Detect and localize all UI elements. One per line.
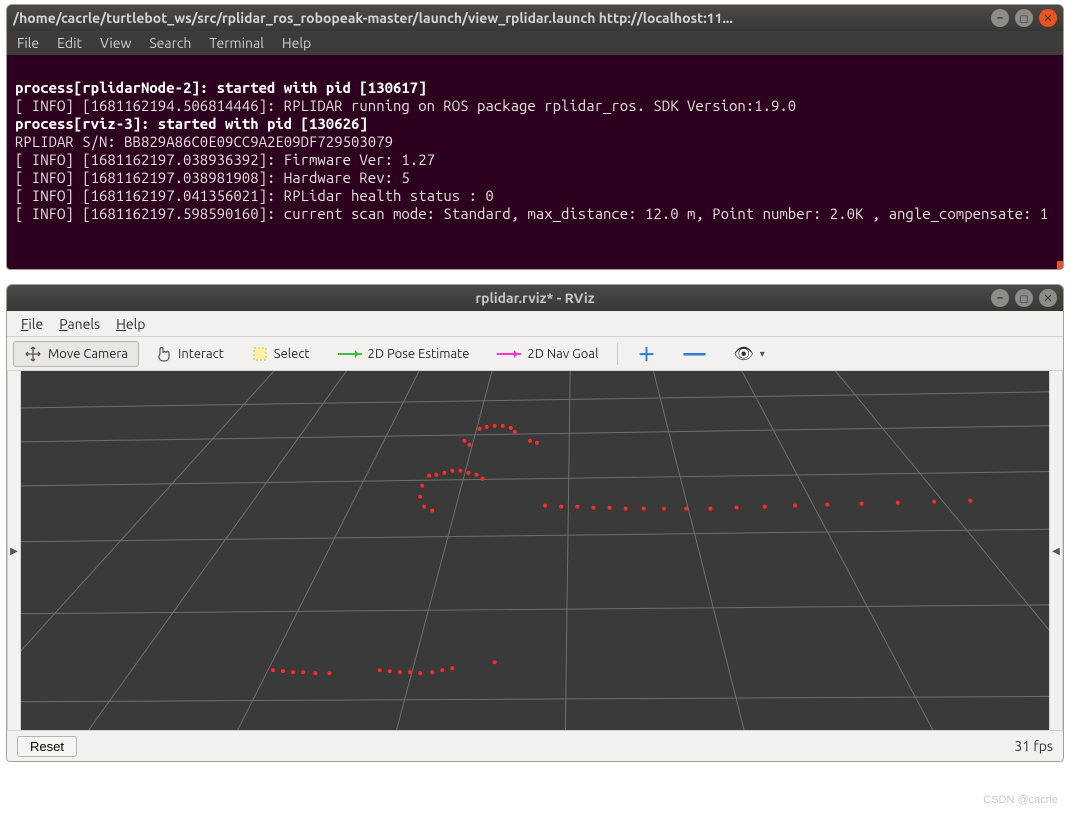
dropdown-caret-icon: ▾ <box>760 348 765 360</box>
terminal-output[interactable]: process[rplidarNode-2]: started with pid… <box>7 55 1063 269</box>
pose-estimate-icon <box>338 353 362 355</box>
terminal-titlebar[interactable]: /home/cacrle/turtlebot_ws/src/rplidar_ro… <box>7 5 1063 31</box>
menu-file[interactable]: File <box>21 316 43 332</box>
watermark: CSDN @cacrle <box>983 794 1058 806</box>
tool-label: 2D Pose Estimate <box>368 347 470 361</box>
reset-button[interactable]: Reset <box>17 736 77 757</box>
terminal-line: process[rplidarNode-2]: started with pid… <box>15 79 427 96</box>
close-icon[interactable]: ✕ <box>1039 9 1057 27</box>
interact-icon <box>156 345 172 363</box>
select-icon <box>252 346 268 362</box>
terminal-window: /home/cacrle/turtlebot_ws/src/rplidar_ro… <box>6 4 1064 270</box>
plus-icon: ＋ <box>637 341 655 367</box>
eye-icon: 👁 <box>733 344 753 363</box>
rviz-window: rplidar.rviz* - RViz – ◻ ✕ File Panels H… <box>6 284 1064 762</box>
tool-label: Select <box>274 347 310 361</box>
tool-select[interactable]: Select <box>241 342 321 366</box>
rviz-main: ▶ <box>7 371 1063 731</box>
maximize-icon[interactable]: ◻ <box>1015 289 1033 307</box>
menu-terminal[interactable]: Terminal <box>209 35 264 51</box>
tool-label: 2D Nav Goal <box>527 347 598 361</box>
right-panel-handle[interactable]: ◀ <box>1049 371 1063 730</box>
minus-icon: — <box>683 341 705 366</box>
menu-search[interactable]: Search <box>149 35 191 51</box>
rviz-titlebar[interactable]: rplidar.rviz* - RViz – ◻ ✕ <box>7 285 1063 311</box>
tool-interact[interactable]: Interact <box>145 341 235 367</box>
minimize-icon[interactable]: – <box>991 9 1009 27</box>
terminal-line: [ INFO] [1681162197.038936392]: Firmware… <box>15 151 435 168</box>
menu-view[interactable]: View <box>100 35 131 51</box>
tool-remove[interactable]: — <box>672 337 716 370</box>
terminal-line: [ INFO] [1681162197.598590160]: current … <box>15 205 1048 222</box>
menu-edit[interactable]: Edit <box>57 35 82 51</box>
nav-goal-icon <box>497 353 521 355</box>
rviz-toolbar: Move Camera Interact Select 2D Pose Esti… <box>7 337 1063 371</box>
terminal-line: [ INFO] [1681162197.041356021]: RPLidar … <box>15 187 494 204</box>
tool-label: Interact <box>178 347 224 361</box>
terminal-line: [ INFO] [1681162194.506814446]: RPLIDAR … <box>15 97 796 114</box>
rviz-statusbar: Reset 31 fps <box>7 731 1063 761</box>
window-buttons: – ◻ ✕ <box>991 9 1057 27</box>
menu-help[interactable]: Help <box>116 316 145 332</box>
fps-readout: 31 fps <box>1014 738 1053 754</box>
maximize-icon[interactable]: ◻ <box>1015 9 1033 27</box>
terminal-line: [ INFO] [1681162197.038981908]: Hardware… <box>15 169 410 186</box>
tool-move-camera[interactable]: Move Camera <box>13 341 139 367</box>
rviz-3d-view[interactable] <box>21 371 1049 730</box>
terminal-menubar: File Edit View Search Terminal Help <box>7 31 1063 55</box>
menu-help[interactable]: Help <box>282 35 311 51</box>
tool-label: Move Camera <box>48 347 128 361</box>
terminal-line: process[rviz-3]: started with pid [13062… <box>15 115 368 132</box>
rviz-menubar: File Panels Help <box>7 311 1063 337</box>
tool-visibility[interactable]: 👁 ▾ <box>722 340 775 367</box>
scrollbar-indicator-icon[interactable] <box>1057 261 1063 269</box>
minimize-icon[interactable]: – <box>991 289 1009 307</box>
move-camera-icon <box>24 345 42 363</box>
terminal-title: /home/cacrle/turtlebot_ws/src/rplidar_ro… <box>13 10 991 26</box>
tool-2d-nav-goal[interactable]: 2D Nav Goal <box>486 343 609 365</box>
grid-viz-icon <box>21 371 1049 730</box>
left-panel-handle[interactable]: ▶ <box>7 371 21 730</box>
toolbar-separator <box>617 343 618 365</box>
close-icon[interactable]: ✕ <box>1039 289 1057 307</box>
menu-file[interactable]: File <box>17 35 39 51</box>
terminal-line: RPLIDAR S/N: BB829A86C0E09CC9A2E09DF7295… <box>15 133 393 150</box>
tool-2d-pose-estimate[interactable]: 2D Pose Estimate <box>327 343 481 365</box>
rviz-title: rplidar.rviz* - RViz <box>475 290 594 306</box>
menu-panels[interactable]: Panels <box>59 316 100 332</box>
tool-add[interactable]: ＋ <box>626 337 666 371</box>
window-buttons: – ◻ ✕ <box>991 289 1057 307</box>
